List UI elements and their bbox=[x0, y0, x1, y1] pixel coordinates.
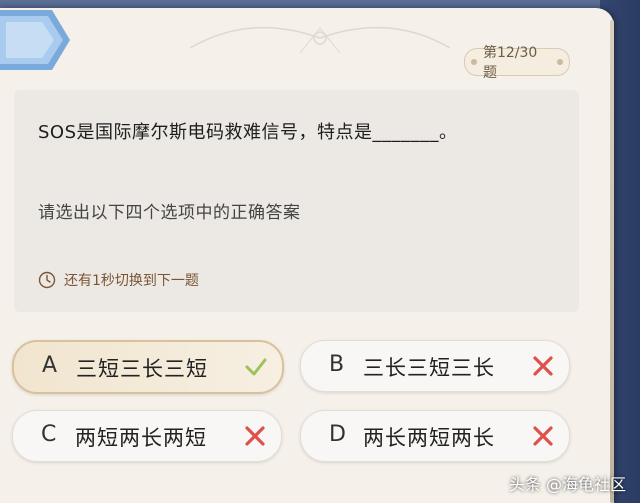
dot-icon bbox=[557, 59, 563, 65]
question-text: SOS是国际摩尔斯电码救难信号，特点是_______。 bbox=[38, 122, 458, 143]
option-letter: B bbox=[329, 352, 345, 377]
option-letter: A bbox=[42, 353, 58, 378]
option-b-button[interactable]: B 三长三短三长 bbox=[300, 340, 570, 392]
ornament-icon bbox=[189, 26, 451, 54]
option-text: 三短三长三短 bbox=[76, 357, 208, 381]
option-a-button[interactable]: A 三短三长三短 bbox=[12, 340, 284, 394]
bookmark-ribbon-icon bbox=[0, 10, 70, 70]
question-counter-label: 第12/30题 bbox=[482, 45, 538, 81]
option-letter: D bbox=[329, 422, 346, 447]
option-d-button[interactable]: D 两长两短两长 bbox=[300, 410, 570, 462]
card-edge bbox=[610, 20, 614, 503]
cross-icon bbox=[533, 426, 553, 446]
cross-icon bbox=[533, 356, 553, 376]
option-text: 三长三短三长 bbox=[363, 356, 495, 380]
option-c-button[interactable]: C 两短两长两短 bbox=[12, 410, 282, 462]
question-counter: 第12/30题 bbox=[464, 45, 570, 81]
option-text: 两短两长两短 bbox=[75, 426, 207, 450]
cross-icon bbox=[245, 426, 265, 446]
clock-icon bbox=[38, 271, 56, 289]
dot-icon bbox=[471, 59, 477, 65]
question-instruction: 请选出以下四个选项中的正确答案 bbox=[38, 203, 301, 223]
timer-text: 还有1秒切换到下一题 bbox=[64, 273, 199, 289]
timer-row: 还有1秒切换到下一题 bbox=[38, 270, 199, 290]
watermark: 头条 @海龟社区 bbox=[508, 475, 626, 494]
option-text: 两长两短两长 bbox=[363, 426, 495, 450]
option-letter: C bbox=[41, 422, 57, 447]
check-icon bbox=[245, 358, 267, 376]
